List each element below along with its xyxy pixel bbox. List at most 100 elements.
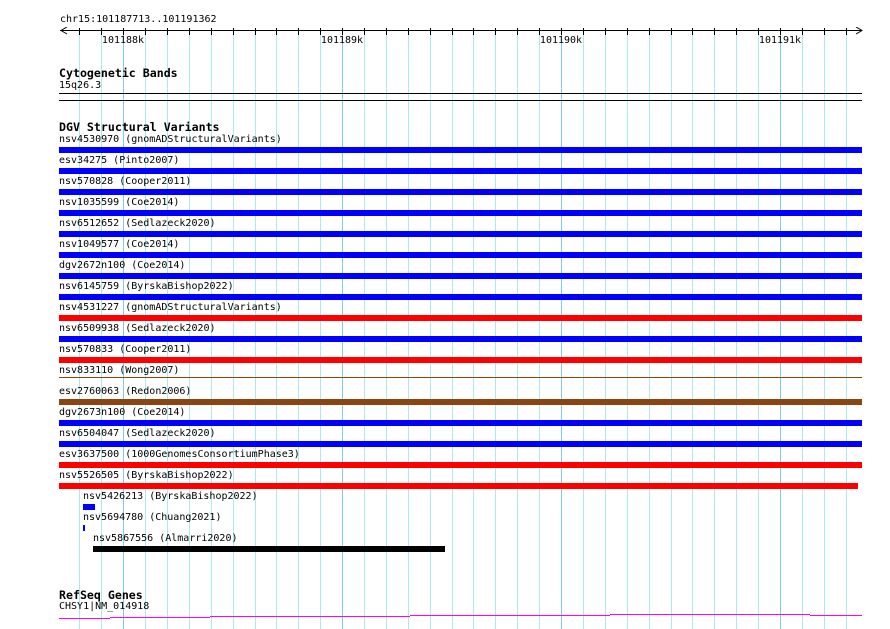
ruler-tick-label: 101191k xyxy=(758,35,802,46)
variant-label: nsv6504047 (Sedlazeck2020) xyxy=(59,428,216,439)
variant-feature[interactable] xyxy=(59,147,862,153)
grid-line xyxy=(583,28,584,629)
gene-segment[interactable] xyxy=(810,615,862,616)
grid-line xyxy=(780,28,781,629)
cytoband-bar[interactable] xyxy=(59,93,862,94)
ruler-tick xyxy=(824,28,825,35)
grid-line xyxy=(452,28,453,629)
ruler-tick xyxy=(561,28,562,35)
ruler-tick xyxy=(189,28,190,35)
grid-line xyxy=(561,28,562,629)
variant-feature[interactable] xyxy=(59,294,862,300)
variant-label: nsv5694780 (Chuang2021) xyxy=(83,512,222,523)
variant-feature[interactable] xyxy=(59,483,858,489)
variant-feature[interactable] xyxy=(59,357,862,363)
scroll-left-arrow-icon[interactable] xyxy=(60,26,68,38)
grid-line xyxy=(736,28,737,629)
gene-segment[interactable] xyxy=(59,618,110,619)
variant-feature[interactable] xyxy=(59,462,862,468)
variant-feature[interactable] xyxy=(59,231,862,237)
variant-feature[interactable] xyxy=(59,252,862,258)
variant-feature[interactable] xyxy=(59,273,862,279)
ruler-tick xyxy=(101,28,102,35)
gene-segment[interactable] xyxy=(110,617,210,618)
variant-feature[interactable] xyxy=(59,399,862,405)
grid-line xyxy=(495,28,496,629)
variant-label: nsv5526505 (ByrskaBishop2022) xyxy=(59,470,234,481)
ruler-tick xyxy=(517,28,518,35)
scroll-right-arrow-icon[interactable] xyxy=(855,26,863,38)
variant-label: esv3637500 (1000GenomesConsortiumPhase3) xyxy=(59,449,300,460)
ruler-tick xyxy=(452,28,453,35)
grid-line xyxy=(473,28,474,629)
grid-line xyxy=(298,28,299,629)
ruler-tick xyxy=(846,28,847,35)
ruler-tick xyxy=(495,28,496,35)
ruler-tick xyxy=(342,28,343,35)
refseq-track-title: RefSeq Genes xyxy=(59,588,143,602)
ruler-tick xyxy=(605,28,606,35)
variant-feature[interactable] xyxy=(83,504,95,510)
ruler-tick xyxy=(298,28,299,35)
variant-feature[interactable] xyxy=(59,315,862,321)
grid-line xyxy=(517,28,518,629)
ruler-axis xyxy=(60,30,861,31)
variant-label: nsv4530970 (gnomADStructuralVariants) xyxy=(59,134,282,145)
grid-line xyxy=(692,28,693,629)
ruler-tick xyxy=(145,28,146,35)
ruler-tick xyxy=(692,28,693,35)
ruler-tick xyxy=(167,28,168,35)
variant-feature[interactable] xyxy=(93,546,445,552)
variant-label: esv2760063 (Redon2006) xyxy=(59,386,192,397)
grid-line xyxy=(386,28,387,629)
variant-label: nsv6509938 (Sedlazeck2020) xyxy=(59,323,216,334)
ruler-tick xyxy=(671,28,672,35)
gene-segment[interactable] xyxy=(210,616,410,617)
variant-label: nsv6145759 (ByrskaBishop2022) xyxy=(59,281,234,292)
variant-feature[interactable] xyxy=(83,525,85,531)
ruler-tick xyxy=(802,28,803,35)
grid-line xyxy=(846,28,847,629)
variant-feature[interactable] xyxy=(59,377,862,378)
variant-feature[interactable] xyxy=(59,210,862,216)
cytoband-label: 15q26.3 xyxy=(59,80,102,91)
grid-line xyxy=(408,28,409,629)
gene-segment[interactable] xyxy=(610,614,810,615)
gene-label[interactable]: CHSY1|NM_014918 xyxy=(59,601,149,613)
ruler-tick xyxy=(736,28,737,35)
grid-line xyxy=(539,28,540,629)
variant-label: nsv1035599 (Coe2014) xyxy=(59,197,180,208)
variant-feature[interactable] xyxy=(59,441,862,447)
ruler-tick xyxy=(211,28,212,35)
ruler-tick xyxy=(583,28,584,35)
grid-line xyxy=(430,28,431,629)
ruler-tick xyxy=(386,28,387,35)
variant-feature[interactable] xyxy=(59,168,862,174)
ruler-tick xyxy=(780,28,781,35)
ruler-tick xyxy=(123,28,124,35)
variant-label: nsv1049577 (Coe2014) xyxy=(59,239,180,250)
ruler-tick-label: 101188k xyxy=(101,35,145,46)
ruler-tick xyxy=(364,28,365,35)
variant-feature[interactable] xyxy=(59,336,862,342)
variant-feature[interactable] xyxy=(59,420,862,426)
grid-line xyxy=(364,28,365,629)
grid-line xyxy=(649,28,650,629)
ruler-tick xyxy=(539,28,540,35)
location-label: chr15:101187713..101191362 xyxy=(60,14,217,25)
ruler-tick-label: 101189k xyxy=(320,35,364,46)
ruler-tick xyxy=(714,28,715,35)
ruler-tick xyxy=(627,28,628,35)
grid-line xyxy=(255,28,256,629)
ruler-tick xyxy=(276,28,277,35)
cytoband-track-title: Cytogenetic Bands xyxy=(59,66,178,80)
gene-segment[interactable] xyxy=(410,615,610,616)
variant-label: nsv6512652 (Sedlazeck2020) xyxy=(59,218,216,229)
grid-line xyxy=(342,28,343,629)
grid-line xyxy=(627,28,628,629)
ruler-tick xyxy=(255,28,256,35)
variant-feature[interactable] xyxy=(59,189,862,195)
grid-line xyxy=(605,28,606,629)
variant-label: nsv4531227 (gnomADStructuralVariants) xyxy=(59,302,282,313)
variant-label: nsv5426213 (ByrskaBishop2022) xyxy=(83,491,258,502)
